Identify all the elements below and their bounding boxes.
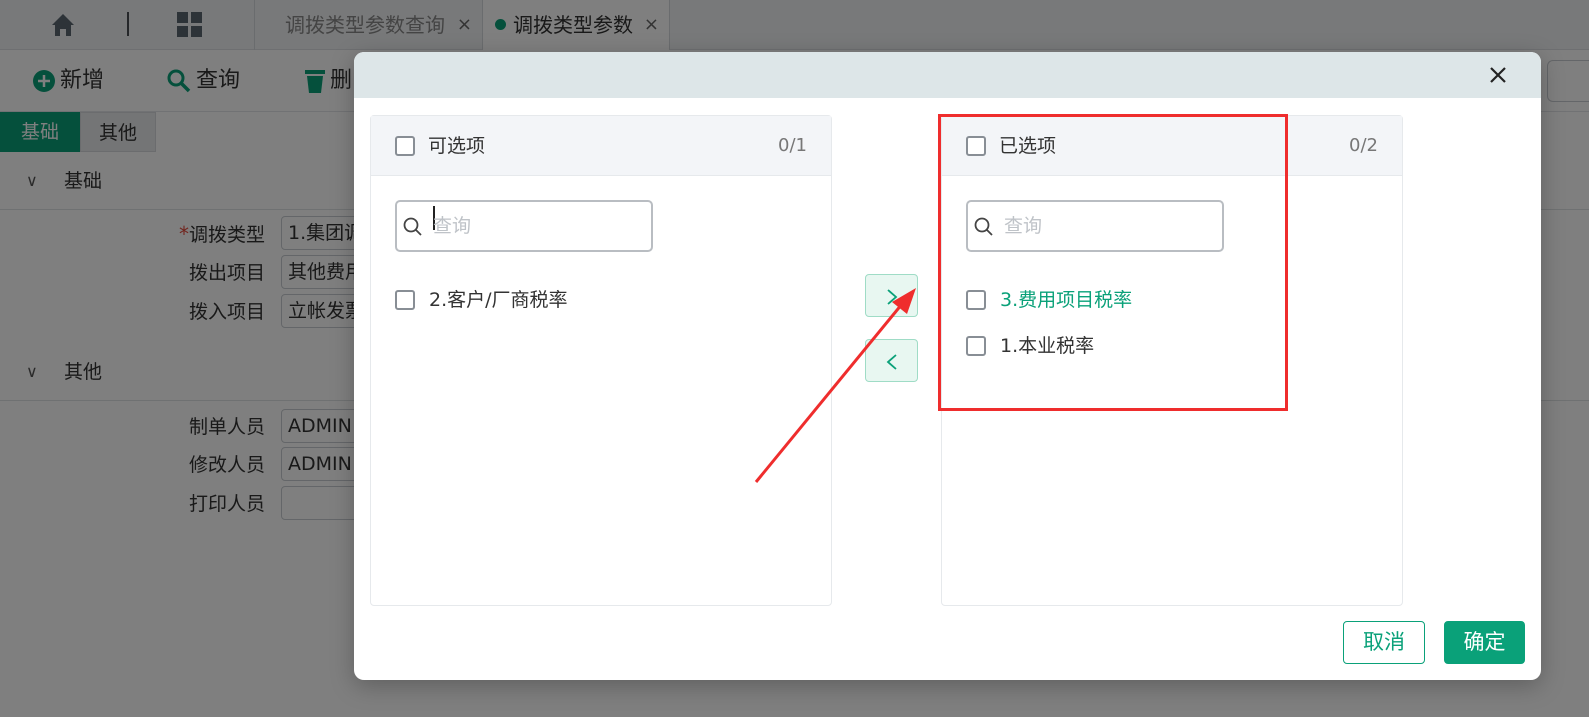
annotation-arrow [754,288,916,483]
transfer-dialog: 可选项 0/1 2.客户/厂商税率 已选项 0/2 3. [354,52,1541,680]
